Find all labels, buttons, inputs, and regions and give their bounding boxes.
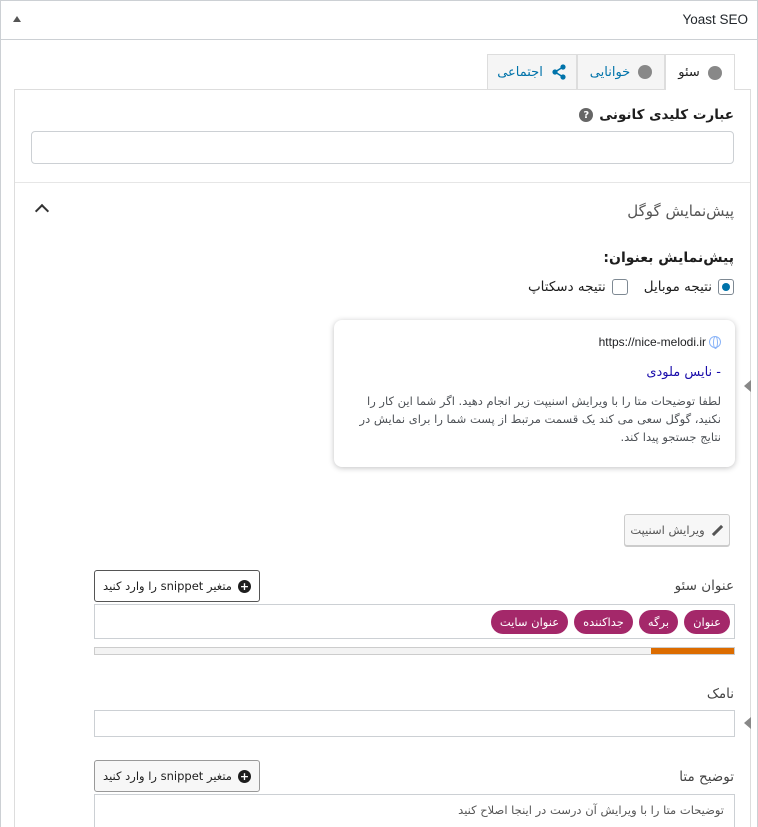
divider	[15, 182, 750, 183]
insert-snippet-variable-button[interactable]: + متغیر snippet را وارد کنید	[94, 570, 260, 602]
snippet-description: لطفا توضیحات متا را با ویرایش اسنیپت زیر…	[359, 394, 721, 444]
mobile-result-option[interactable]: نتیجه موبایل	[644, 279, 734, 295]
desktop-result-label: نتیجه دسکتاپ	[527, 279, 606, 295]
variable-pill[interactable]: جداکننده	[574, 609, 633, 634]
variable-pill[interactable]: عنوان	[684, 609, 730, 634]
score-dot-icon	[638, 65, 653, 79]
slug-input[interactable]	[94, 710, 735, 737]
mobile-result-label: نتیجه موبایل	[643, 279, 712, 295]
insert-snippet-variable-button[interactable]: + متغیر snippet را وارد کنید	[94, 760, 260, 792]
preview-mode-options: نتیجه موبایل نتیجه دسکتاپ	[528, 279, 734, 295]
edit-snippet-label: ویرایش اسنیپت	[630, 523, 705, 537]
seo-title-label: عنوان سئو	[674, 578, 734, 594]
keyphrase-label: عبارت کلیدی کانونی ?	[579, 107, 734, 123]
snippet-url-text: https://nice-melodi.ir	[598, 335, 706, 349]
tab-label: سئو	[678, 65, 700, 80]
google-snippet-card[interactable]: https://nice-melodi.ir - نایس ملودی لطفا…	[334, 320, 735, 467]
caret-left-icon	[744, 380, 751, 392]
variable-pill[interactable]: عنوان سایت	[490, 609, 569, 634]
insert-snippet-label: متغیر snippet را وارد کنید	[103, 579, 232, 593]
tab-label: خوانایی	[589, 64, 631, 80]
desktop-result-option[interactable]: نتیجه دسکتاپ	[528, 279, 628, 295]
tab-social[interactable]: اجتماعی	[487, 54, 577, 89]
caret-left-icon	[744, 717, 751, 729]
meta-description-label: توضیح متا	[679, 769, 734, 785]
variable-pill[interactable]: برگه	[638, 609, 679, 634]
preview-as-label: پیش‌نمایش بعنوان:	[603, 250, 734, 266]
tab-label: اجتماعی	[497, 64, 543, 80]
tab-readability[interactable]: خوانایی	[577, 54, 665, 89]
tabs-area: سئو خوانایی اجتماعی عبارت کلیدی کانونی ?	[1, 41, 757, 827]
keyphrase-label-text: عبارت کلیدی کانونی	[599, 107, 734, 123]
score-dot-icon	[707, 65, 722, 80]
mobile-radio[interactable]	[718, 279, 734, 295]
slug-label: نامک	[706, 686, 734, 702]
keyphrase-input[interactable]	[31, 131, 734, 164]
plus-circle-icon: +	[237, 579, 251, 593]
globe-icon	[709, 336, 721, 349]
chevron-up-icon[interactable]	[34, 203, 50, 219]
insert-snippet-label: متغیر snippet را وارد کنید	[103, 769, 232, 783]
google-preview-title: پیش‌نمایش گوگل	[627, 202, 734, 220]
seo-title-input[interactable]: عنوان برگه جداکننده عنوان سایت	[94, 604, 735, 639]
seo-title-progress	[94, 647, 735, 655]
edit-snippet-button[interactable]: ویرایش اسنیپت	[624, 514, 730, 546]
panel-title: Yoast SEO	[682, 12, 748, 27]
yoast-seo-panel: Yoast SEO سئو خوانایی اجتماعی عبارت کلید…	[0, 0, 758, 827]
progress-fill	[650, 648, 734, 654]
plus-circle-icon: +	[237, 769, 251, 783]
snippet-title: - نایس ملودی	[646, 365, 721, 380]
collapse-arrow-icon[interactable]	[13, 16, 21, 22]
meta-description-input[interactable]: توضیحات متا را با ویرایش آن درست در اینج…	[94, 794, 735, 827]
help-icon[interactable]: ?	[579, 108, 594, 122]
snippet-url: https://nice-melodi.ir	[599, 335, 721, 349]
pencil-icon	[711, 524, 723, 536]
desktop-radio[interactable]	[611, 279, 628, 295]
panel-header[interactable]: Yoast SEO	[1, 1, 757, 40]
tab-seo[interactable]: سئو	[665, 54, 735, 90]
share-icon	[552, 64, 566, 80]
seo-tab-content: عبارت کلیدی کانونی ? پیش‌نمایش گوگل پیش‌…	[14, 89, 751, 827]
